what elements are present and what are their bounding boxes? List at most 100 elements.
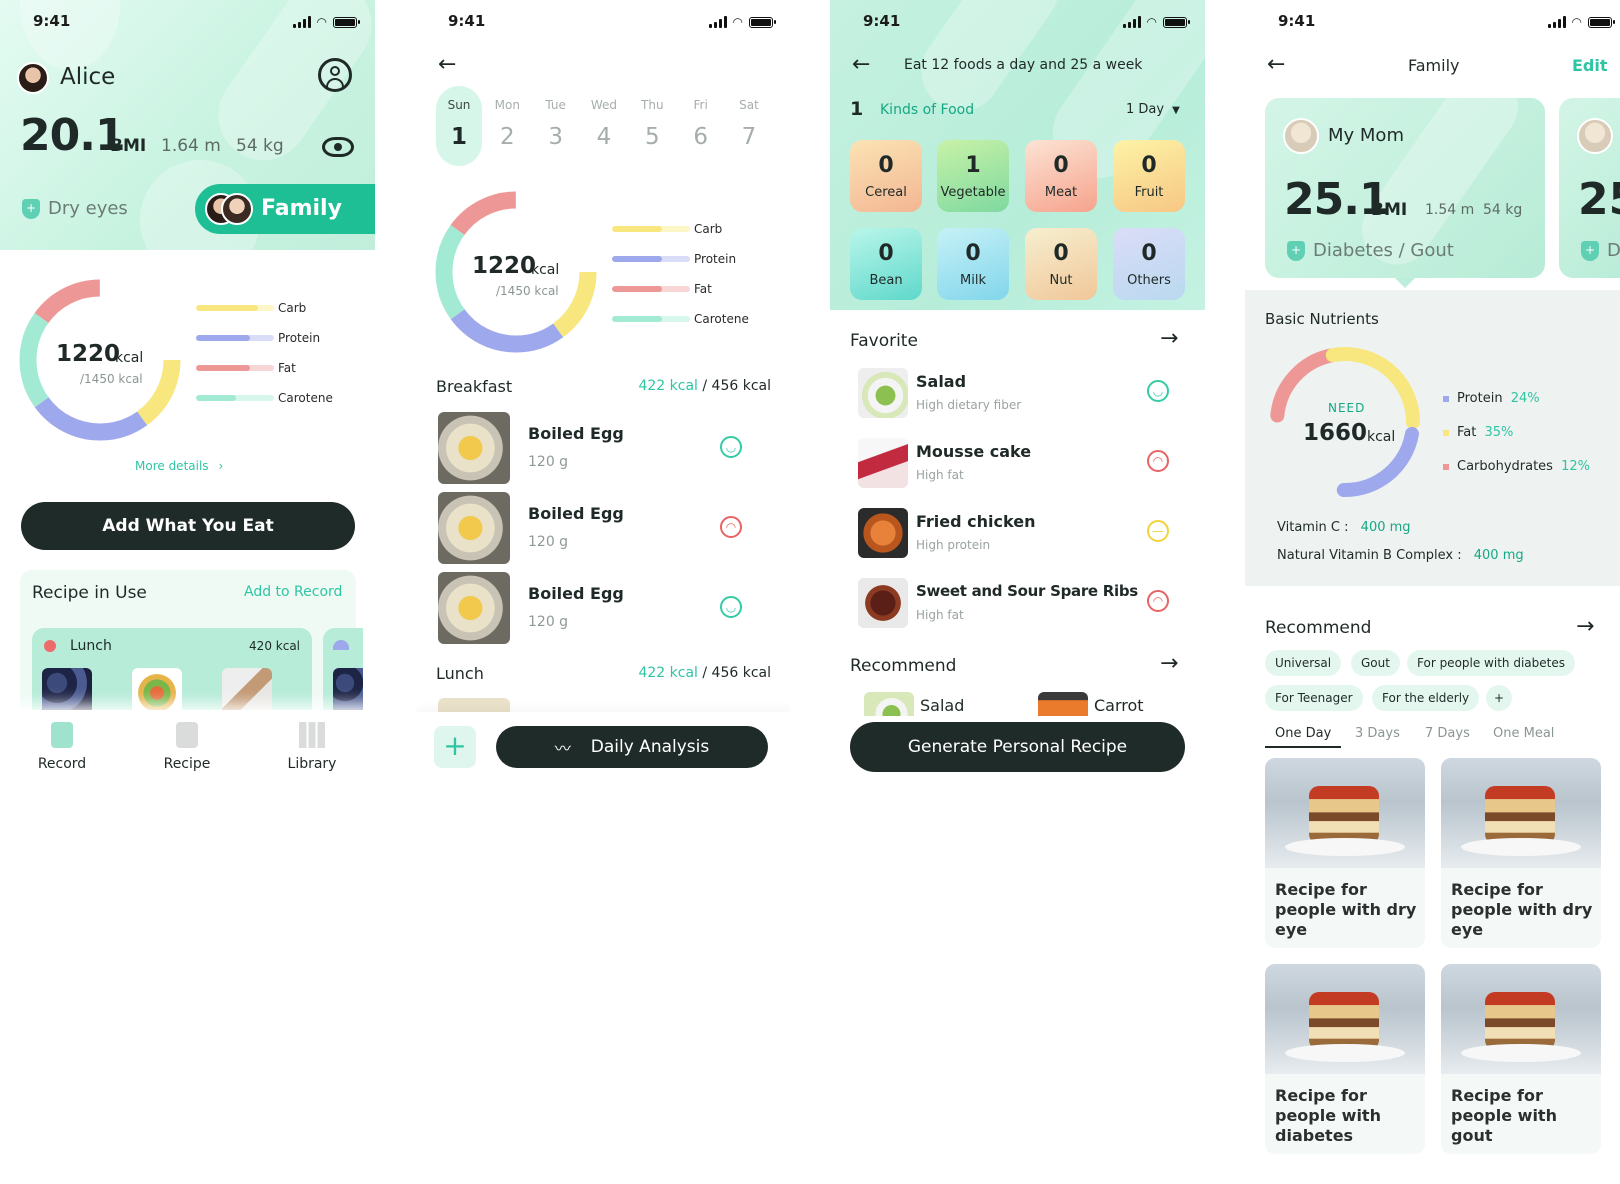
eye-icon[interactable] xyxy=(322,137,354,157)
food-tile-others[interactable]: 0 Others xyxy=(1113,228,1185,300)
week-selector: Sun 1 Mon 2 Tue 3 Wed 4 Thu 5 Fri 6 Sat 7 xyxy=(436,98,772,158)
member-card[interactable]: My Mom 25.1 BMI 1.54 m 54 kg + Diabetes … xyxy=(1265,98,1545,278)
arrow-right-icon[interactable]: → xyxy=(1160,326,1178,351)
recipe-title: Recipe for people with gout xyxy=(1451,1086,1557,1145)
day-item[interactable]: Mon 2 xyxy=(484,98,530,158)
add-filter-chip[interactable]: + xyxy=(1486,685,1512,711)
food-tile-milk[interactable]: 0 Milk xyxy=(937,228,1009,300)
tab-recipe-label: Recipe xyxy=(163,756,211,772)
recipe-title: Recipe for people with diabetes xyxy=(1275,1086,1381,1145)
peek-condition: D xyxy=(1607,240,1620,261)
arrow-right-icon[interactable]: → xyxy=(1576,614,1594,639)
meal-item[interactable]: Boiled Egg 120 g ◡ xyxy=(438,412,768,484)
sad-face-icon: ◠ xyxy=(1147,450,1169,472)
food-weight: 120 g xyxy=(528,534,569,550)
recipe-card[interactable]: Recipe for people with dry eye xyxy=(1265,758,1425,948)
day-item[interactable]: Fri 6 xyxy=(678,98,724,158)
food-tile-vegetable[interactable]: 1 Vegetable xyxy=(937,140,1009,212)
profile-icon[interactable] xyxy=(318,58,352,92)
daily-analysis-label: Daily Analysis xyxy=(590,737,710,757)
day-name: Sun xyxy=(447,98,471,112)
add-to-record-link[interactable]: Add to Record xyxy=(244,584,342,600)
day-name: Tue xyxy=(545,98,566,112)
avatar[interactable] xyxy=(17,62,49,94)
filter-chip[interactable]: Gout xyxy=(1351,650,1400,676)
tab-one-meal[interactable]: One Meal xyxy=(1493,726,1554,741)
food-tile-meat[interactable]: 0 Meat xyxy=(1025,140,1097,212)
kinds-count: 1 xyxy=(850,98,864,120)
food-weight: 120 g xyxy=(528,454,569,470)
back-arrow-icon[interactable]: ← xyxy=(852,52,870,77)
food-tile-fruit[interactable]: 0 Fruit xyxy=(1113,140,1185,212)
favorite-item[interactable]: Fried chicken High protein — xyxy=(858,508,1178,564)
filter-chip[interactable]: Universal xyxy=(1265,650,1342,676)
day-number: 3 xyxy=(548,124,563,150)
generate-recipe-button[interactable]: Generate Personal Recipe xyxy=(850,722,1185,772)
tile-count: 0 xyxy=(878,240,894,266)
status-time: 9:41 xyxy=(33,12,71,30)
caret-down-icon: ▼ xyxy=(1172,105,1180,116)
food-tile-cereal[interactable]: 0 Cereal xyxy=(850,140,922,212)
back-arrow-icon[interactable]: ← xyxy=(1267,52,1285,77)
tab-3-days[interactable]: 3 Days xyxy=(1355,726,1400,741)
condition-label: Diabetes / Gout xyxy=(1313,240,1454,261)
meal-item[interactable]: Boiled Egg 120 g ◡ xyxy=(438,572,768,644)
more-details-link[interactable]: More details › xyxy=(135,459,223,473)
wifi-icon: ◠ xyxy=(316,15,327,29)
day-item[interactable]: Wed 4 xyxy=(581,98,627,158)
meal-item-partial xyxy=(438,698,510,712)
filter-chip[interactable]: For Teenager xyxy=(1265,685,1363,711)
food-tile-nut[interactable]: 0 Nut xyxy=(1025,228,1097,300)
food-name: Boiled Egg xyxy=(528,424,624,443)
daily-analysis-button[interactable]: 〰 Daily Analysis xyxy=(496,726,768,768)
day-item[interactable]: Thu 5 xyxy=(629,98,675,158)
day-item[interactable]: Sat 7 xyxy=(726,98,772,158)
kcal-unit: kcal xyxy=(115,350,144,366)
family-button[interactable]: Family xyxy=(195,184,375,234)
vitamin-b-row: Natural Vitamin B Complex : 400 mg xyxy=(1277,548,1524,563)
edit-link[interactable]: Edit xyxy=(1572,56,1608,75)
tab-record[interactable]: Record xyxy=(22,722,102,772)
vitamin-b-label: Natural Vitamin B Complex : xyxy=(1277,548,1462,563)
back-arrow-icon[interactable]: ← xyxy=(438,52,456,77)
tab-library[interactable]: Library xyxy=(272,722,352,772)
kcal-target: /1450 kcal xyxy=(496,284,559,298)
fried-chicken-photo xyxy=(858,508,908,558)
legend-label: Carb xyxy=(694,222,723,236)
tile-label: Others xyxy=(1127,272,1171,288)
tab-7-days[interactable]: 7 Days xyxy=(1425,726,1470,741)
day-item[interactable]: Tue 3 xyxy=(533,98,579,158)
recipe-photo xyxy=(1265,964,1425,1074)
tile-label: Milk xyxy=(960,272,986,288)
add-button[interactable]: + xyxy=(434,726,476,768)
favorite-item[interactable]: Mousse cake High fat ◠ xyxy=(858,438,1178,494)
tab-recipe[interactable]: Recipe xyxy=(147,722,227,772)
need-label: NEED xyxy=(1328,401,1366,415)
favorite-item[interactable]: Sweet and Sour Spare Ribs High fat ◠ xyxy=(858,578,1178,634)
status-time: 9:41 xyxy=(448,12,486,30)
recommend-salad[interactable]: Salad xyxy=(864,692,984,716)
meal-target: / 456 kcal xyxy=(702,378,771,394)
filter-chip[interactable]: For people with diabetes xyxy=(1407,650,1575,676)
add-what-you-eat-button[interactable]: Add What You Eat xyxy=(21,502,355,550)
recommend-carrot[interactable]: Carrot xyxy=(1038,692,1178,716)
recipe-card[interactable]: Recipe for people with gout xyxy=(1441,964,1601,1154)
recipe-card[interactable]: Recipe for people with dry eye xyxy=(1441,758,1601,948)
legend-label: Fat xyxy=(278,361,296,375)
member-avatar xyxy=(1577,118,1613,154)
favorite-item[interactable]: Salad High dietary fiber ◡ xyxy=(858,368,1178,424)
arrow-right-icon[interactable]: → xyxy=(1160,651,1178,676)
signal-icon xyxy=(292,16,311,28)
member-card-peek[interactable]: 25 + D xyxy=(1559,98,1620,278)
tab-one-day[interactable]: One Day xyxy=(1275,726,1331,741)
filter-chip[interactable]: For the elderly xyxy=(1372,685,1480,711)
boiled-egg-photo xyxy=(438,572,510,644)
food-tile-bean[interactable]: 0 Bean xyxy=(850,228,922,300)
meal-item[interactable]: Boiled Egg 120 g ◠ xyxy=(438,492,768,564)
record-icon xyxy=(51,722,73,748)
user-name: Alice xyxy=(60,64,116,90)
day-item[interactable]: Sun 1 xyxy=(436,98,482,158)
breakfast-kcal: 422 kcal / 456 kcal xyxy=(638,378,771,394)
recipe-card[interactable]: Recipe for people with diabetes xyxy=(1265,964,1425,1154)
period-dropdown[interactable]: 1 Day ▼ xyxy=(1126,102,1180,117)
